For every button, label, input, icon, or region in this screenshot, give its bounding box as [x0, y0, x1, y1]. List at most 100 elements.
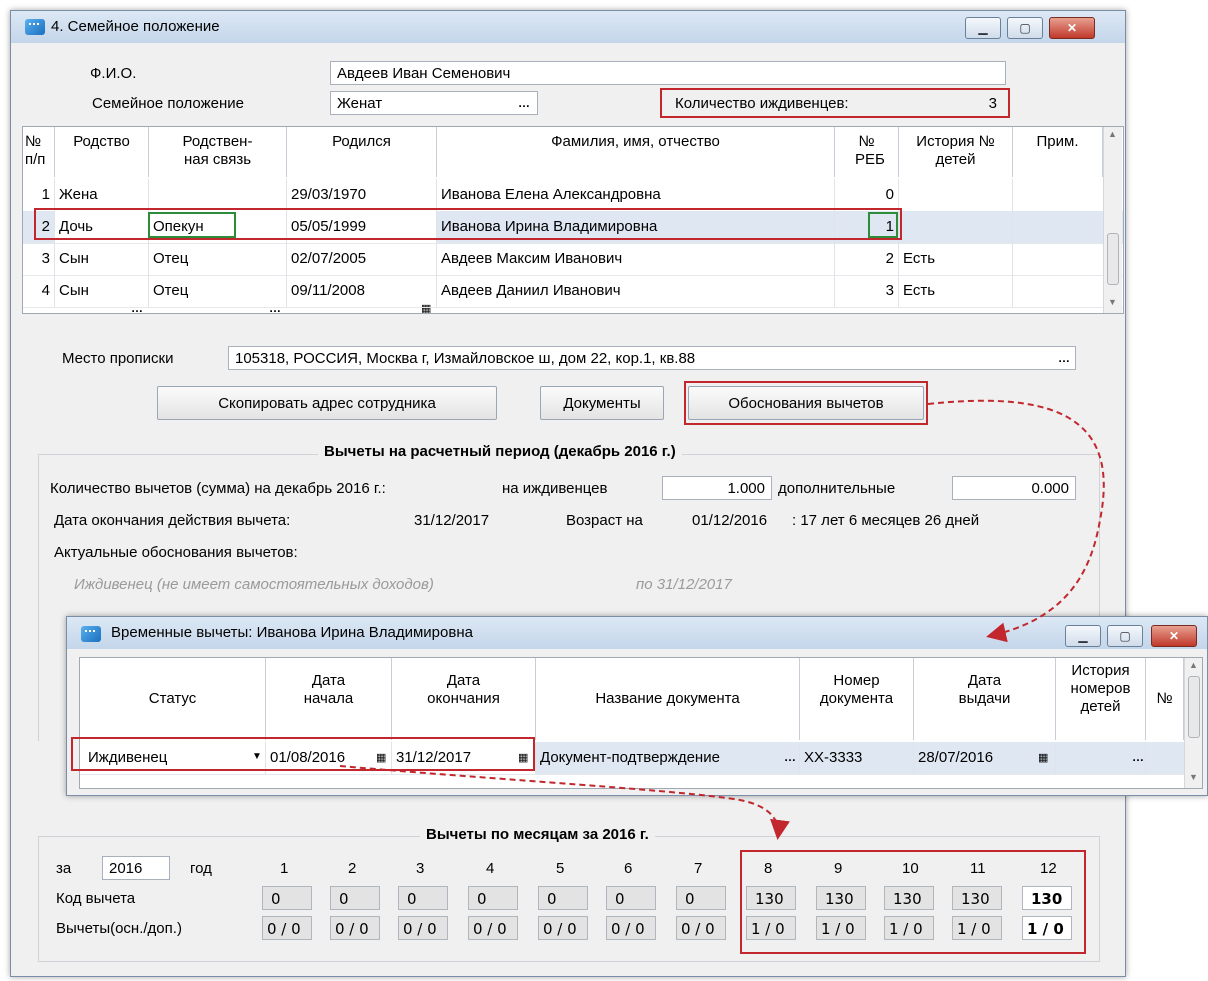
- row-born: 09/11/2008: [287, 275, 437, 307]
- row-born: 02/07/2005: [287, 243, 437, 275]
- month-code: 0: [676, 886, 726, 910]
- header-num[interactable]: № п/п: [23, 127, 55, 177]
- header-born[interactable]: Родился: [287, 127, 437, 177]
- age-value: : 17 лет 6 месяцев 26 дней: [792, 512, 980, 529]
- row-relation: Сын: [55, 243, 149, 275]
- address-field[interactable]: 105318, РОССИЯ, Москва г, Измайловское ш…: [228, 346, 1076, 370]
- close-icon[interactable]: ✕: [1151, 625, 1197, 647]
- calendar-icon[interactable]: ▦: [1038, 751, 1048, 764]
- address-label: Место прописки: [62, 350, 174, 367]
- header-kinship[interactable]: Родствен-ная связь: [149, 127, 287, 177]
- month-code: 0: [468, 886, 518, 910]
- year-label: год: [190, 860, 212, 877]
- row-num: 1: [23, 179, 55, 211]
- copy-address-button[interactable]: Скопировать адрес сотрудника: [157, 386, 497, 420]
- header-history[interactable]: История номеров детей: [1056, 658, 1146, 740]
- address-ellipsis-icon[interactable]: …: [1058, 351, 1070, 365]
- row-kinship: [149, 179, 287, 211]
- scroll-up-icon[interactable]: ▲: [1108, 129, 1117, 139]
- row-history: Есть: [899, 275, 1013, 307]
- end-date-value: 31/12/2017: [414, 512, 490, 529]
- count-label: Количество вычетов (сумма) на декабрь 20…: [50, 480, 386, 497]
- deductions-label: Вычеты(осн./доп.): [56, 920, 182, 937]
- row-relation: Сын: [55, 275, 149, 307]
- table-row[interactable]: 3 Сын Отец 02/07/2005 Авдеев Максим Иван…: [23, 243, 1123, 276]
- header-end[interactable]: Дата окончания: [392, 658, 536, 740]
- app-icon: [25, 19, 45, 35]
- scroll-up-icon[interactable]: ▲: [1189, 660, 1198, 670]
- month-code: 0: [538, 886, 588, 910]
- temp-app-icon: [81, 626, 101, 642]
- month-header: 1: [280, 860, 289, 877]
- temp-titlebar[interactable]: Временные вычеты: Иванова Ирина Владимир…: [67, 617, 1207, 649]
- actual-item: Иждивенец (не имеет самостоятельных дохо…: [74, 576, 434, 593]
- kinship-highlight: [148, 212, 236, 238]
- marital-field[interactable]: Женат: [330, 91, 538, 115]
- month-code: 0: [330, 886, 380, 910]
- month-header: 4: [486, 860, 495, 877]
- header-fio[interactable]: Фамилия, имя, отчество: [437, 127, 835, 177]
- row-fio: Авдеев Даниил Иванович: [437, 275, 835, 307]
- additional-field[interactable]: 0.000: [952, 476, 1076, 500]
- dependents-deduction-field[interactable]: 1.000: [662, 476, 772, 500]
- scroll-thumb[interactable]: [1188, 676, 1200, 738]
- marital-label: Семейное положение: [92, 95, 244, 112]
- temp-deductions-window: Временные вычеты: Иванова Ирина Владимир…: [66, 616, 1208, 796]
- header-history[interactable]: История № детей: [899, 127, 1013, 177]
- table-scrollbar[interactable]: ▲ ▼: [1103, 127, 1122, 313]
- month-deduction: 0 / 0: [606, 916, 656, 940]
- table-row[interactable]: 4 Сын Отец 09/11/2008 Авдеев Даниил Иван…: [23, 275, 1123, 308]
- temp-issue[interactable]: 28/07/2016: [914, 742, 1056, 774]
- scroll-down-icon[interactable]: ▼: [1189, 772, 1198, 782]
- header-reb[interactable]: № РЕБ: [835, 127, 899, 177]
- temp-doc-num[interactable]: XX-3333: [800, 742, 914, 774]
- documents-button[interactable]: Документы: [540, 386, 664, 420]
- end-date-label: Дата окончания действия вычета:: [54, 512, 291, 529]
- age-date: 01/12/2016: [692, 512, 768, 529]
- header-note[interactable]: Прим.: [1013, 127, 1103, 177]
- month-deduction: 0 / 0: [468, 916, 518, 940]
- dependents-highlight: [660, 88, 1010, 118]
- header-doc-num[interactable]: Номер документа: [800, 658, 914, 740]
- fio-field[interactable]: Авдеев Иван Семенович: [330, 61, 1006, 85]
- main-window-title: 4. Семейное положение: [51, 18, 220, 35]
- history-ellipsis-icon[interactable]: …: [1132, 750, 1144, 764]
- month-header: 6: [624, 860, 633, 877]
- minimize-icon[interactable]: ▁: [965, 17, 1001, 39]
- month-deduction: 0 / 0: [398, 916, 448, 940]
- row-reb: 2: [835, 243, 899, 275]
- maximize-icon[interactable]: ▢: [1007, 17, 1043, 39]
- month-code: 0: [606, 886, 656, 910]
- marital-ellipsis-icon[interactable]: …: [518, 96, 530, 110]
- temp-window-title: Временные вычеты: Иванова Ирина Владимир…: [111, 624, 473, 641]
- months-highlight: [740, 850, 1086, 954]
- temp-row-highlight: [71, 737, 535, 771]
- temp-scrollbar[interactable]: ▲ ▼: [1184, 658, 1202, 788]
- month-header: 7: [694, 860, 703, 877]
- main-titlebar[interactable]: 4. Семейное положение ▁ ▢ ✕: [11, 11, 1125, 43]
- maximize-icon[interactable]: ▢: [1107, 625, 1143, 647]
- scroll-thumb[interactable]: [1107, 233, 1119, 285]
- header-relation[interactable]: Родство: [55, 127, 149, 177]
- header-issue[interactable]: Дата выдачи: [914, 658, 1056, 740]
- close-icon[interactable]: ✕: [1049, 17, 1095, 39]
- actual-until: по 31/12/2017: [636, 576, 732, 593]
- dependents-deduction-label: на иждивенцев: [502, 480, 608, 497]
- month-header: 5: [556, 860, 565, 877]
- scroll-down-icon[interactable]: ▼: [1108, 297, 1117, 307]
- month-header: 3: [416, 860, 425, 877]
- year-field[interactable]: 2016: [102, 856, 170, 880]
- temp-doc-name[interactable]: Документ-подтверждение: [536, 742, 800, 774]
- row-kinship: Отец: [149, 275, 287, 307]
- minimize-icon[interactable]: ▁: [1065, 625, 1101, 647]
- row-history: [899, 211, 1013, 243]
- header-num[interactable]: №: [1146, 658, 1184, 740]
- monthly-title: Вычеты по месяцам за 2016 г.: [420, 826, 655, 843]
- doc-ellipsis-icon[interactable]: …: [784, 750, 796, 764]
- fio-label: Ф.И.О.: [90, 65, 137, 82]
- month-code: 0: [262, 886, 312, 910]
- header-doc-name[interactable]: Название документа: [536, 658, 800, 740]
- row-kinship: Отец: [149, 243, 287, 275]
- header-status[interactable]: Статус: [80, 658, 266, 740]
- header-start[interactable]: Дата начала: [266, 658, 392, 740]
